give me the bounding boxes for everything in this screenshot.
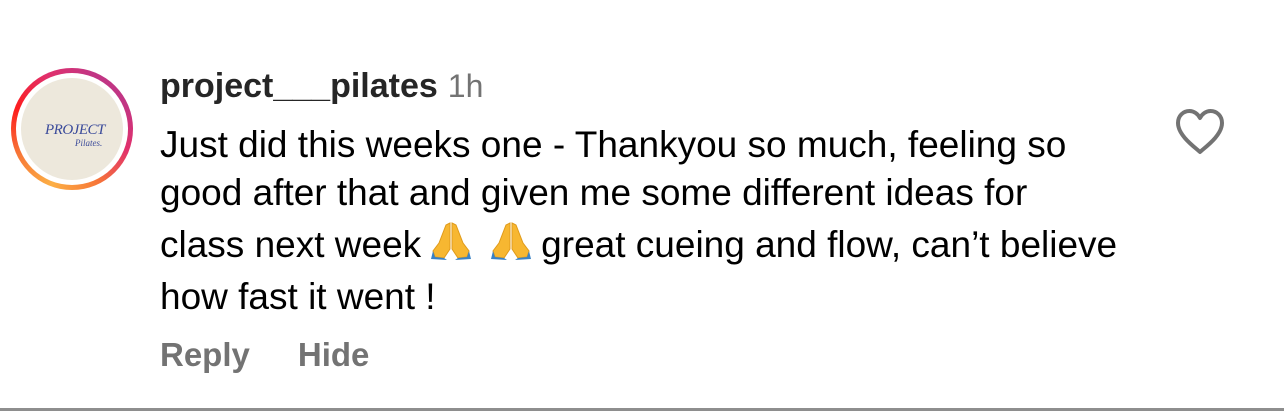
comment-actions: Reply Hide (160, 336, 369, 374)
hide-button[interactable]: Hide (298, 336, 370, 373)
folded-hands-emoji (429, 217, 473, 273)
username[interactable]: project___pilates (160, 67, 438, 105)
avatar[interactable]: PROJECT Pilates. (21, 78, 123, 180)
avatar-border: PROJECT Pilates. (16, 73, 128, 185)
comment-text: Just did this weeks one - Thankyou so mu… (160, 121, 1120, 321)
comment-timestamp: 1h (447, 68, 484, 104)
heart-icon[interactable] (1174, 108, 1226, 156)
reply-button[interactable]: Reply (160, 336, 250, 373)
comment-header: project___pilates 1h (160, 66, 483, 106)
folded-hands-emoji (489, 217, 533, 273)
comment-item: PROJECT Pilates. project___pilates 1h Jus… (0, 0, 1284, 408)
avatar-logo-subtext: Pilates. (75, 138, 103, 148)
avatar-logo-text: PROJECT (45, 122, 105, 138)
story-ring[interactable]: PROJECT Pilates. (11, 68, 133, 190)
